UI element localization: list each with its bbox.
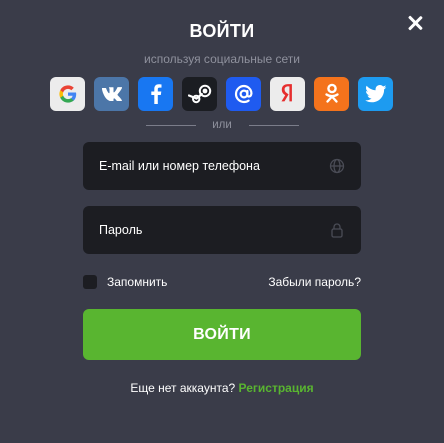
lock-icon xyxy=(331,223,343,238)
facebook-icon xyxy=(150,84,161,104)
password-field[interactable]: Пароль xyxy=(83,206,361,254)
email-phone-placeholder: E-mail или номер телефона xyxy=(99,159,260,173)
odnoklassniki-icon xyxy=(324,83,339,103)
vk-icon xyxy=(101,87,122,101)
register-link[interactable]: Регистрация xyxy=(239,381,314,395)
modal-title: ВОЙТИ xyxy=(189,21,255,41)
divider-line-right xyxy=(249,125,299,126)
or-text: или xyxy=(212,119,232,131)
yandex-login-button[interactable] xyxy=(270,77,305,111)
globe-icon xyxy=(329,158,345,174)
social-login-row xyxy=(50,77,394,111)
email-phone-field[interactable]: E-mail или номер телефона xyxy=(83,142,361,190)
google-icon xyxy=(58,85,76,103)
vk-login-button[interactable] xyxy=(94,77,129,111)
modal-subtitle: используя социальные сети xyxy=(144,52,300,66)
twitter-icon xyxy=(364,85,386,103)
at-icon xyxy=(234,84,253,104)
facebook-login-button[interactable] xyxy=(138,77,173,111)
forgot-password-link[interactable]: Забыли пароль? xyxy=(268,275,361,289)
or-divider: или xyxy=(0,118,444,132)
yandex-icon xyxy=(281,84,292,102)
close-icon[interactable] xyxy=(404,12,426,34)
login-button[interactable]: ВОЙТИ xyxy=(83,309,361,360)
remember-label: Запомнить xyxy=(107,275,168,289)
mail-login-button[interactable] xyxy=(226,77,261,111)
no-account-text: Еще нет аккаунта? xyxy=(130,381,236,395)
register-prompt: Еще нет аккаунта? Регистрация xyxy=(0,381,444,395)
odnoklassniki-login-button[interactable] xyxy=(314,77,349,111)
steam-icon xyxy=(187,84,211,104)
steam-login-button[interactable] xyxy=(182,77,217,111)
password-placeholder: Пароль xyxy=(99,223,143,237)
remember-checkbox[interactable] xyxy=(83,275,97,289)
twitter-login-button[interactable] xyxy=(358,77,393,111)
google-login-button[interactable] xyxy=(50,77,85,111)
login-modal: ВОЙТИ используя социальные сети или E-ma… xyxy=(0,0,444,443)
